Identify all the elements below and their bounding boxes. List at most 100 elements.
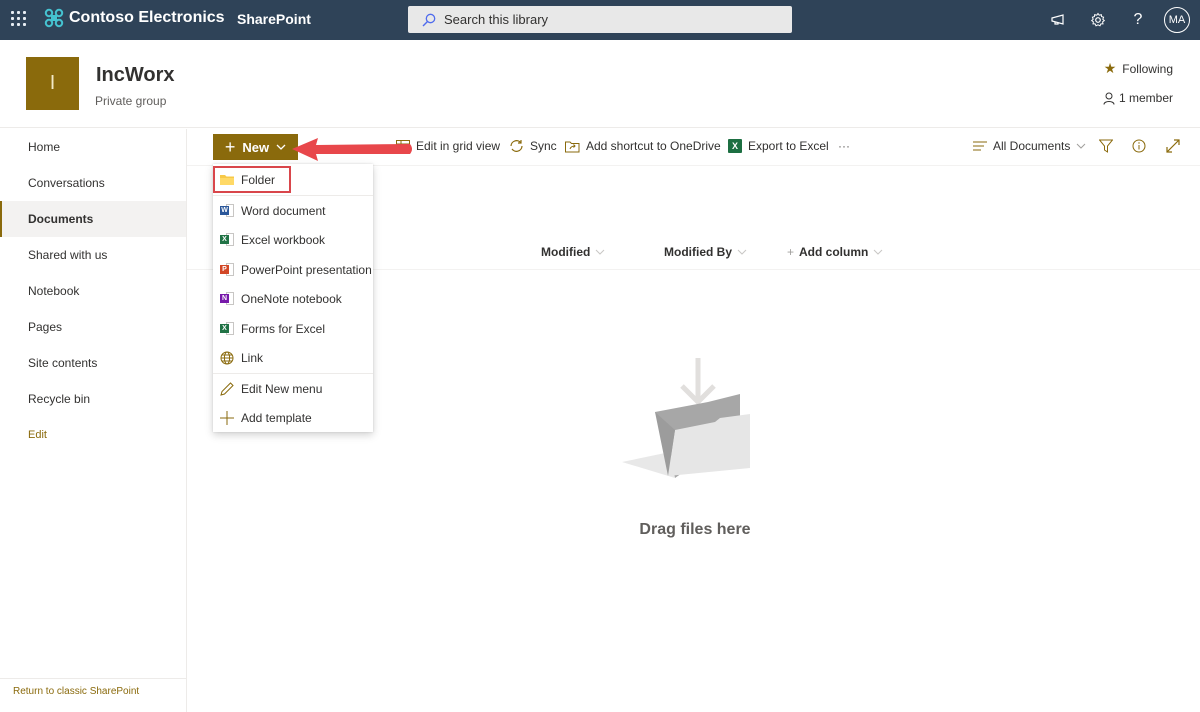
- search-icon: [422, 13, 436, 26]
- globe-icon: [220, 351, 234, 365]
- menu-item-onenote[interactable]: N OneNote notebook: [213, 285, 373, 315]
- info-button[interactable]: [1132, 139, 1146, 153]
- word-icon: W: [220, 203, 234, 218]
- more-commands-button[interactable]: ···: [838, 139, 850, 153]
- menu-item-add-template[interactable]: Add template: [213, 404, 373, 434]
- menu-item-add-template-label: Add template: [241, 411, 312, 426]
- column-modified-by[interactable]: Modified By: [664, 245, 747, 259]
- view-switcher[interactable]: All Documents: [973, 139, 1086, 153]
- menu-item-folder[interactable]: Folder: [213, 166, 291, 193]
- left-navigation: Home Conversations Documents Shared with…: [0, 129, 187, 712]
- nav-item-notebook[interactable]: Notebook: [0, 273, 186, 309]
- edit-grid-view-label: Edit in grid view: [416, 139, 501, 153]
- waffle-icon[interactable]: [11, 11, 27, 27]
- site-privacy-label: Private group: [95, 94, 167, 108]
- new-button[interactable]: + New: [213, 134, 298, 160]
- filter-icon: [1099, 139, 1113, 153]
- avatar[interactable]: MA: [1164, 7, 1190, 33]
- new-label: New: [242, 139, 270, 155]
- new-menu: Folder W Word document X Excel workbook …: [213, 164, 373, 432]
- folder-icon: [220, 174, 234, 185]
- following-label: Following: [1122, 61, 1173, 76]
- menu-item-link-label: Link: [241, 351, 264, 366]
- chevron-down-icon: [737, 249, 747, 255]
- folder-shortcut-icon: [565, 141, 580, 152]
- members-label: 1 member: [1118, 91, 1173, 105]
- sync-label: Sync: [530, 139, 557, 153]
- nav-item-conversations[interactable]: Conversations: [0, 165, 186, 201]
- column-modified[interactable]: Modified: [541, 245, 605, 259]
- expand-icon: [1166, 139, 1180, 153]
- empty-folder-illustration: [622, 358, 750, 478]
- site-logo[interactable]: I: [26, 57, 79, 110]
- export-excel-button[interactable]: X Export to Excel: [728, 139, 829, 153]
- menu-item-onenote-label: OneNote notebook: [241, 292, 342, 307]
- site-title[interactable]: IncWorx: [96, 64, 175, 87]
- contoso-logo-icon: [44, 8, 64, 28]
- menu-item-excel[interactable]: X Excel workbook: [213, 226, 373, 256]
- excel-icon: X: [220, 233, 234, 247]
- forms-excel-icon: X: [220, 321, 234, 336]
- column-modified-label: Modified: [541, 245, 591, 259]
- star-icon: ★: [1103, 60, 1117, 76]
- nav-item-pages[interactable]: Pages: [0, 309, 186, 345]
- onenote-icon: N: [220, 292, 234, 306]
- search-input[interactable]: [444, 12, 764, 27]
- plus-icon: [220, 411, 234, 426]
- menu-item-edit-new-menu[interactable]: Edit New menu: [213, 374, 373, 404]
- menu-item-powerpoint-label: PowerPoint presentation: [241, 262, 372, 277]
- add-shortcut-button[interactable]: Add shortcut to OneDrive: [565, 139, 721, 153]
- add-column-button[interactable]: + Add column: [787, 245, 883, 259]
- menu-item-folder-label: Folder: [241, 172, 276, 187]
- powerpoint-icon: P: [220, 262, 234, 277]
- app-name-link[interactable]: SharePoint: [237, 11, 311, 27]
- column-modified-by-label: Modified By: [664, 245, 732, 259]
- members-button[interactable]: 1 member: [1103, 91, 1173, 105]
- info-icon: [1132, 139, 1146, 153]
- add-column-label: Add column: [799, 245, 869, 259]
- menu-item-excel-label: Excel workbook: [241, 233, 326, 248]
- brand-name: Contoso Electronics: [69, 9, 225, 26]
- excel-icon: X: [728, 139, 742, 153]
- chevron-down-icon: [873, 249, 883, 255]
- suite-bar: Contoso Electronics SharePoint ? MA: [0, 0, 1200, 40]
- fullscreen-button[interactable]: [1166, 139, 1180, 153]
- chevron-down-icon: [1077, 143, 1086, 149]
- chevron-down-icon: [276, 144, 286, 150]
- export-excel-label: Export to Excel: [748, 139, 829, 153]
- drag-files-message: Drag files here: [639, 521, 751, 538]
- search-box[interactable]: [408, 6, 792, 33]
- nav-item-recycle-bin[interactable]: Recycle bin: [0, 381, 186, 417]
- chevron-down-icon: [595, 249, 605, 255]
- menu-item-forms-excel[interactable]: X Forms for Excel: [213, 314, 373, 344]
- menu-item-word-label: Word document: [241, 203, 326, 218]
- sync-button[interactable]: Sync: [509, 139, 557, 153]
- help-icon[interactable]: ?: [1118, 5, 1158, 35]
- menu-item-edit-new-menu-label: Edit New menu: [241, 381, 323, 396]
- pencil-icon: [220, 382, 234, 396]
- nav-item-documents[interactable]: Documents: [0, 201, 186, 237]
- brand-link[interactable]: Contoso Electronics: [44, 8, 225, 28]
- return-to-classic-link[interactable]: Return to classic SharePoint: [0, 678, 186, 712]
- nav-item-site-contents[interactable]: Site contents: [0, 345, 186, 381]
- gear-icon[interactable]: [1078, 5, 1118, 35]
- menu-item-powerpoint[interactable]: P PowerPoint presentation: [213, 255, 373, 285]
- menu-item-forms-excel-label: Forms for Excel: [241, 321, 326, 336]
- following-button[interactable]: ★ Following: [1104, 60, 1173, 77]
- add-shortcut-label: Add shortcut to OneDrive: [586, 139, 721, 153]
- view-lines-icon: [973, 141, 987, 151]
- plus-icon: +: [224, 137, 236, 157]
- menu-item-word[interactable]: W Word document: [213, 196, 373, 226]
- filter-button[interactable]: [1099, 139, 1113, 153]
- sync-icon: [510, 140, 523, 152]
- view-label: All Documents: [993, 139, 1071, 153]
- nav-item-home[interactable]: Home: [0, 129, 186, 165]
- site-header: I IncWorx Private group ★ Following 1 me…: [0, 40, 1200, 128]
- annotation-arrow: [292, 138, 412, 161]
- plus-icon: +: [787, 245, 795, 259]
- person-icon: [1103, 92, 1115, 105]
- menu-item-link[interactable]: Link: [213, 344, 373, 374]
- megaphone-icon[interactable]: [1038, 5, 1078, 35]
- nav-edit-link[interactable]: Edit: [0, 417, 186, 453]
- nav-item-shared-with-us[interactable]: Shared with us: [0, 237, 186, 273]
